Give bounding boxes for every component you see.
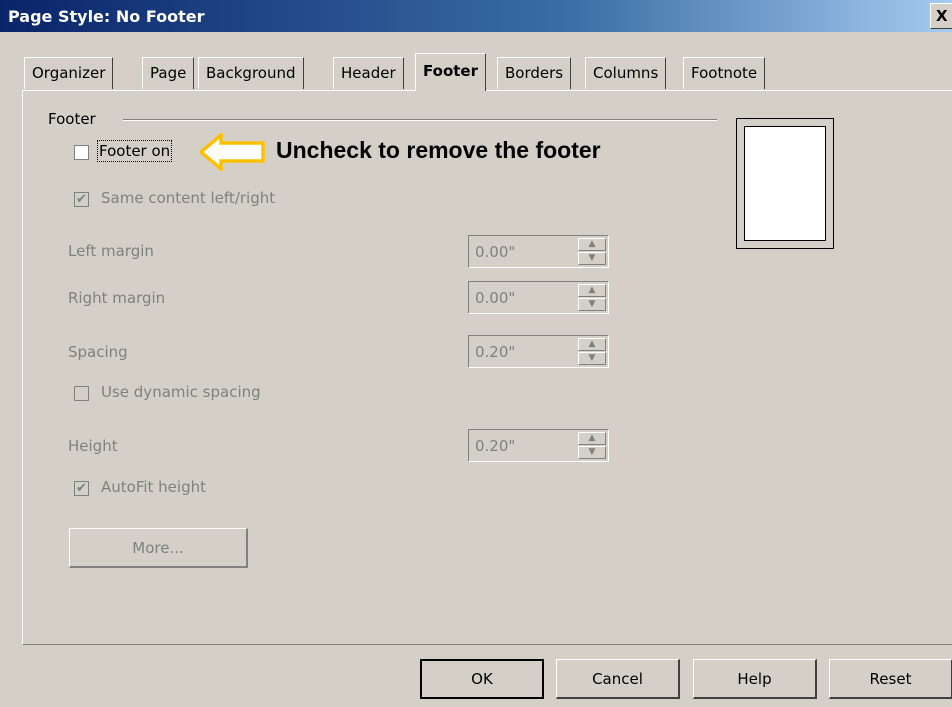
reset-button[interactable]: Reset (829, 659, 952, 699)
dynamic-spacing-checkbox[interactable] (74, 386, 89, 401)
left-margin-value: 0.00" (475, 243, 516, 261)
window-title: Page Style: No Footer (8, 7, 205, 26)
spin-down-icon[interactable]: ▼ (578, 446, 606, 459)
spin-up-icon[interactable]: ▲ (578, 238, 606, 251)
tab-organizer[interactable]: Organizer (24, 57, 114, 89)
right-margin-value: 0.00" (475, 289, 516, 307)
same-content-label: Same content left/right (101, 189, 276, 207)
page-preview-sheet (744, 126, 826, 241)
tab-footnote[interactable]: Footnote (683, 57, 766, 89)
tab-header[interactable]: Header (333, 57, 404, 89)
tab-columns[interactable]: Columns (585, 57, 667, 89)
height-label: Height (68, 437, 118, 455)
left-margin-spinbox[interactable]: 0.00" ▲ ▼ (468, 235, 609, 268)
arrow-left-icon (199, 133, 265, 171)
tab-borders[interactable]: Borders (497, 57, 572, 89)
tab-background[interactable]: Background (198, 57, 304, 89)
footer-on-label[interactable]: Footer on (96, 140, 173, 162)
right-margin-label: Right margin (68, 289, 166, 307)
cancel-button[interactable]: Cancel (556, 659, 680, 699)
ok-button[interactable]: OK (420, 659, 544, 699)
autofit-height-checkbox[interactable]: ✔ (74, 481, 89, 496)
annotation-text: Uncheck to remove the footer (276, 137, 601, 163)
footer-on-checkbox[interactable] (74, 145, 89, 160)
group-divider (123, 119, 717, 121)
close-button[interactable]: X (930, 3, 952, 29)
spin-up-icon[interactable]: ▲ (578, 432, 606, 445)
page-preview (736, 118, 834, 249)
height-value: 0.20" (475, 437, 516, 455)
autofit-height-label: AutoFit height (101, 478, 206, 496)
tab-footer[interactable]: Footer (415, 53, 486, 91)
spin-up-icon[interactable]: ▲ (578, 284, 606, 297)
spin-down-icon[interactable]: ▼ (578, 298, 606, 311)
left-margin-label: Left margin (68, 242, 154, 260)
spacing-value: 0.20" (475, 343, 516, 361)
spacing-label: Spacing (68, 343, 128, 361)
dynamic-spacing-label: Use dynamic spacing (101, 383, 261, 401)
title-bar: Page Style: No Footer X (0, 0, 952, 32)
footer-group-label: Footer (48, 110, 96, 128)
spin-down-icon[interactable]: ▼ (578, 352, 606, 365)
tab-page[interactable]: Page (142, 57, 195, 89)
spin-up-icon[interactable]: ▲ (578, 338, 606, 351)
spin-down-icon[interactable]: ▼ (578, 252, 606, 265)
help-button[interactable]: Help (693, 659, 817, 699)
same-content-checkbox[interactable]: ✔ (74, 192, 89, 207)
more-button[interactable]: More... (69, 528, 248, 568)
right-margin-spinbox[interactable]: 0.00" ▲ ▼ (468, 281, 609, 314)
spacing-spinbox[interactable]: 0.20" ▲ ▼ (468, 335, 609, 368)
height-spinbox[interactable]: 0.20" ▲ ▼ (468, 429, 609, 462)
